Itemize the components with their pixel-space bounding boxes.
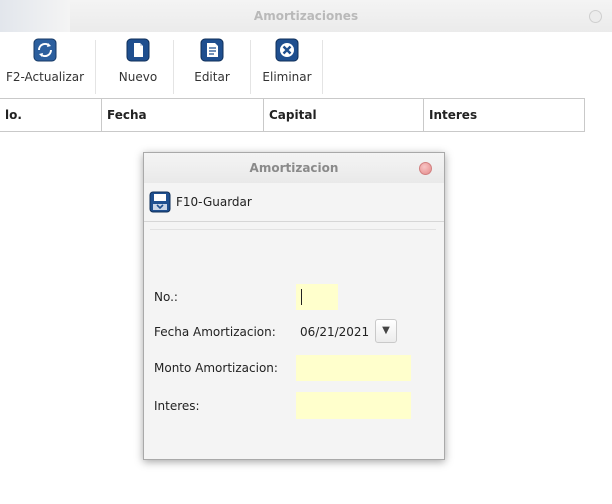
window-close-button[interactable] — [589, 10, 602, 23]
no-field[interactable] — [296, 284, 338, 310]
table-header: lo. Fecha Capital Interes — [0, 98, 585, 132]
no-label: No.: — [154, 290, 178, 304]
date-picker-button[interactable]: ▼ — [375, 319, 397, 343]
fecha-field[interactable]: 06/21/2021 — [300, 325, 369, 339]
toolbar-separator — [95, 40, 96, 94]
window-title: Amortizaciones — [253, 9, 359, 23]
main-toolbar: F2-Actualizar Nuevo Editar Eliminar — [0, 32, 612, 98]
dialog-title: Amortizacion — [249, 161, 339, 175]
edit-button-label: Editar — [194, 70, 230, 84]
refresh-button-label: F2-Actualizar — [5, 70, 85, 84]
new-button-label: Nuevo — [118, 70, 158, 84]
fecha-label: Fecha Amortizacion: — [154, 325, 276, 339]
delete-icon — [275, 38, 299, 62]
new-document-icon — [126, 38, 150, 62]
dialog-toolbar: F10-Guardar — [144, 183, 444, 222]
amortizacion-dialog: Amortizacion F10-Guardar No.: Fecha Amor… — [143, 152, 445, 460]
toolbar-separator — [250, 40, 251, 94]
save-icon — [149, 191, 171, 213]
refresh-button[interactable]: F2-Actualizar — [2, 34, 88, 96]
edit-icon — [200, 38, 224, 62]
interes-field[interactable] — [296, 392, 411, 419]
toolbar-separator — [173, 40, 174, 94]
column-header-capital[interactable]: Capital — [264, 99, 424, 131]
dialog-close-button[interactable] — [419, 162, 432, 175]
monto-field[interactable] — [296, 355, 411, 381]
delete-button[interactable]: Eliminar — [256, 34, 318, 96]
text-caret — [301, 289, 302, 305]
monto-label: Monto Amortizacion: — [154, 361, 278, 375]
chevron-down-icon: ▼ — [382, 325, 390, 336]
new-button[interactable]: Nuevo — [108, 34, 168, 96]
save-button[interactable]: F10-Guardar — [149, 189, 252, 215]
toolbar-separator — [322, 40, 323, 94]
main-titlebar: Amortizaciones — [0, 0, 612, 32]
edit-button[interactable]: Editar — [182, 34, 242, 96]
dialog-titlebar: Amortizacion — [144, 153, 444, 183]
refresh-icon — [33, 38, 57, 62]
column-header-interes[interactable]: Interes — [424, 99, 584, 131]
delete-button-label: Eliminar — [262, 70, 312, 84]
interes-label: Interes: — [154, 399, 200, 413]
column-header-fecha[interactable]: Fecha — [102, 99, 264, 131]
save-button-label: F10-Guardar — [176, 195, 252, 209]
column-header-no[interactable]: lo. — [0, 99, 102, 131]
